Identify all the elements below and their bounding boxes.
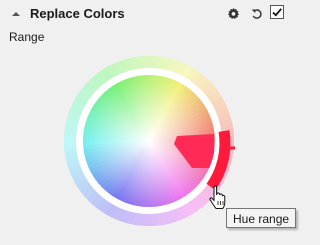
hue-range-tooltip: Hue range (226, 208, 297, 228)
triangle-up-icon (12, 12, 20, 16)
checkmark-icon (272, 8, 282, 17)
replace-colors-panel: Replace Colors Range Hue range (0, 0, 297, 245)
panel-title: Replace Colors (30, 6, 125, 21)
undo-icon (251, 9, 262, 19)
enabled-checkbox[interactable] (270, 5, 284, 19)
range-label: Range (9, 30, 45, 44)
reset-button[interactable] (249, 6, 264, 21)
collapse-button[interactable] (10, 8, 22, 20)
settings-button[interactable] (226, 6, 241, 21)
panel-header: Replace Colors (0, 0, 296, 27)
hand-pointer-icon (208, 185, 228, 211)
gear-icon (227, 7, 240, 20)
